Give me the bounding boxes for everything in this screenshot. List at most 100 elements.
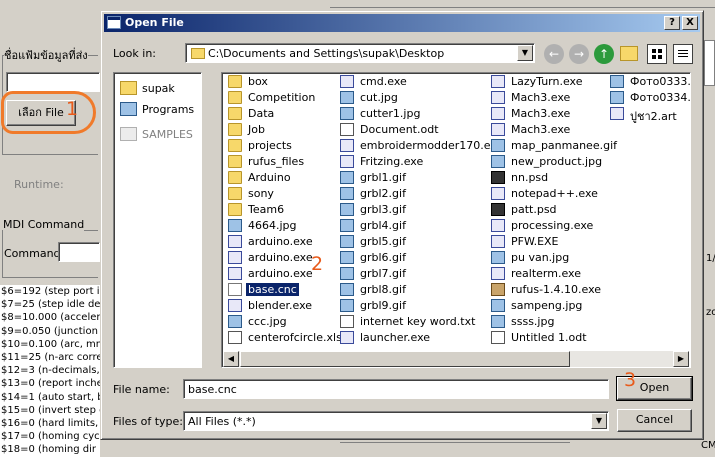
file-name: internet key word.txt [360, 315, 476, 328]
dialog-title: Open File [125, 16, 184, 29]
file-item[interactable]: nn.psd [487, 170, 607, 186]
file-item[interactable]: box [224, 74, 344, 90]
view-icons-icon[interactable] [647, 44, 667, 64]
file-item[interactable]: map_panmanee.gif [487, 138, 617, 154]
file-item[interactable]: notepad++.exe [487, 186, 607, 202]
log-line: $16=0 (hard limits, b [1, 418, 100, 430]
file-item[interactable]: base.cnc [224, 282, 344, 298]
file-item[interactable]: launcher.exe [336, 330, 486, 346]
file-item[interactable]: grbl4.gif [336, 218, 486, 234]
forward-arrow-icon[interactable]: → [569, 44, 589, 64]
file-item[interactable]: grbl8.gif [336, 282, 486, 298]
file-item[interactable]: arduino.exe [224, 250, 344, 266]
file-name: Фото0333.jpg [630, 75, 691, 88]
place-label: Programs [142, 103, 195, 116]
command-input[interactable] [58, 242, 100, 262]
file-item[interactable]: processing.exe [487, 218, 607, 234]
scroll-right-icon[interactable]: ▶ [673, 351, 689, 367]
files-of-type-select[interactable]: All Files (*.*) ▼ [183, 411, 609, 431]
file-name: projects [248, 139, 292, 152]
file-item[interactable]: Document.odt [336, 122, 486, 138]
file-list[interactable]: box Competition Data Job projects rufus_files… [221, 72, 691, 368]
file-item[interactable]: ssss.jpg [487, 314, 607, 330]
file-item[interactable]: Fritzing.exe [336, 154, 486, 170]
file-item[interactable]: cut.jpg [336, 90, 486, 106]
dialog-titlebar[interactable]: Open File ? X [104, 14, 700, 32]
file-item[interactable]: Mach3.exe [487, 106, 607, 122]
file-item[interactable]: realterm.exe [487, 266, 607, 282]
file-item[interactable]: ปูชา2.art [606, 106, 690, 123]
file-item[interactable]: Mach3.exe [487, 122, 607, 138]
file-item[interactable]: rufus_files [224, 154, 344, 170]
chevron-down-icon[interactable]: ▼ [517, 45, 533, 61]
application-icon [340, 75, 354, 88]
file-column: LazyTurn.exe Mach3.exe Mach3.exe Mach3.exe m… [487, 74, 617, 346]
folder-icon [228, 75, 242, 88]
file-item[interactable]: internet key word.txt [336, 314, 486, 330]
file-item[interactable]: projects [224, 138, 344, 154]
file-item[interactable]: centerofcircle.xls [224, 330, 344, 346]
file-item[interactable]: cutter1.jpg [336, 106, 486, 122]
file-item[interactable]: PFW.EXE [487, 234, 607, 250]
file-item[interactable]: blender.exe [224, 298, 344, 314]
scroll-left-icon[interactable]: ◀ [223, 351, 239, 367]
cancel-button[interactable]: Cancel [617, 409, 692, 432]
file-item[interactable]: Фото0333.jpg [606, 74, 691, 90]
file-item[interactable]: 4664.jpg [224, 218, 344, 234]
file-item[interactable]: Job [224, 122, 344, 138]
background-bottom-strip [340, 442, 570, 457]
up-folder-icon[interactable]: ↑ [594, 44, 614, 64]
file-item[interactable]: Data [224, 106, 344, 122]
image-file-icon [491, 315, 505, 328]
scrollbar-thumb[interactable] [240, 351, 570, 367]
document-icon [491, 283, 505, 296]
file-item[interactable]: Competition [224, 90, 344, 106]
file-item[interactable]: embroidermodder170.exe [336, 138, 503, 154]
back-arrow-icon[interactable]: ← [544, 44, 564, 64]
file-item[interactable]: pu van.jpg [487, 250, 607, 266]
file-item[interactable]: rufus-1.4.10.exe [487, 282, 607, 298]
file-item[interactable]: grbl9.gif [336, 298, 486, 314]
file-item[interactable]: sony [224, 186, 344, 202]
file-name: grbl1.gif [360, 171, 406, 184]
file-item[interactable]: Team6 [224, 202, 344, 218]
file-column: cmd.exe cut.jpg cutter1.jpg Document.odt emb… [336, 74, 503, 346]
cancel-button-label: Cancel [635, 413, 674, 426]
close-button[interactable]: X [682, 16, 698, 30]
file-item[interactable]: Untitled 1.odt [487, 330, 607, 346]
horizontal-scrollbar[interactable]: ◀ ▶ [223, 351, 689, 367]
file-name: cut.jpg [360, 91, 398, 104]
file-item[interactable]: arduino.exe [224, 234, 344, 250]
file-item[interactable]: arduino.exe [224, 266, 344, 282]
file-item[interactable]: grbl1.gif [336, 170, 486, 186]
file-item[interactable]: grbl5.gif [336, 234, 486, 250]
chevron-down-icon[interactable]: ▼ [591, 413, 607, 429]
file-name-input[interactable]: base.cnc [183, 379, 609, 399]
place-supak[interactable]: supak [120, 79, 200, 99]
file-item[interactable]: grbl3.gif [336, 202, 486, 218]
new-folder-icon[interactable] [620, 46, 638, 61]
filename-display[interactable] [6, 72, 100, 92]
file-item[interactable]: grbl6.gif [336, 250, 486, 266]
file-item[interactable]: patt.psd [487, 202, 607, 218]
log-line: $11=25 (n-arc correc [1, 352, 100, 364]
folder-icon [228, 91, 242, 104]
file-item[interactable]: new_product.jpg [487, 154, 607, 170]
file-item[interactable]: cmd.exe [336, 74, 486, 90]
application-icon [491, 267, 505, 280]
place-programs[interactable]: Programs [120, 100, 200, 120]
place-samples[interactable]: SAMPLES [120, 125, 200, 145]
look-in-combo[interactable]: C:\Documents and Settings\supak\Desktop … [185, 43, 535, 63]
file-item[interactable]: Arduino [224, 170, 344, 186]
file-item[interactable]: Mach3.exe [487, 90, 607, 106]
file-item[interactable]: Фото0334.jpg [606, 90, 690, 106]
file-item[interactable]: grbl7.gif [336, 266, 486, 282]
file-item[interactable]: sampeng.jpg [487, 298, 607, 314]
help-button[interactable]: ? [664, 16, 680, 30]
file-item[interactable]: LazyTurn.exe [487, 74, 607, 90]
file-item[interactable]: grbl2.gif [336, 186, 486, 202]
annotation-1: 1 [66, 98, 79, 120]
view-list-icon[interactable] [673, 44, 693, 64]
file-groupbox-label: ชื่อแฟ้มข้อมูลที่ส่ง [4, 46, 88, 64]
file-item[interactable]: ccc.jpg [224, 314, 344, 330]
